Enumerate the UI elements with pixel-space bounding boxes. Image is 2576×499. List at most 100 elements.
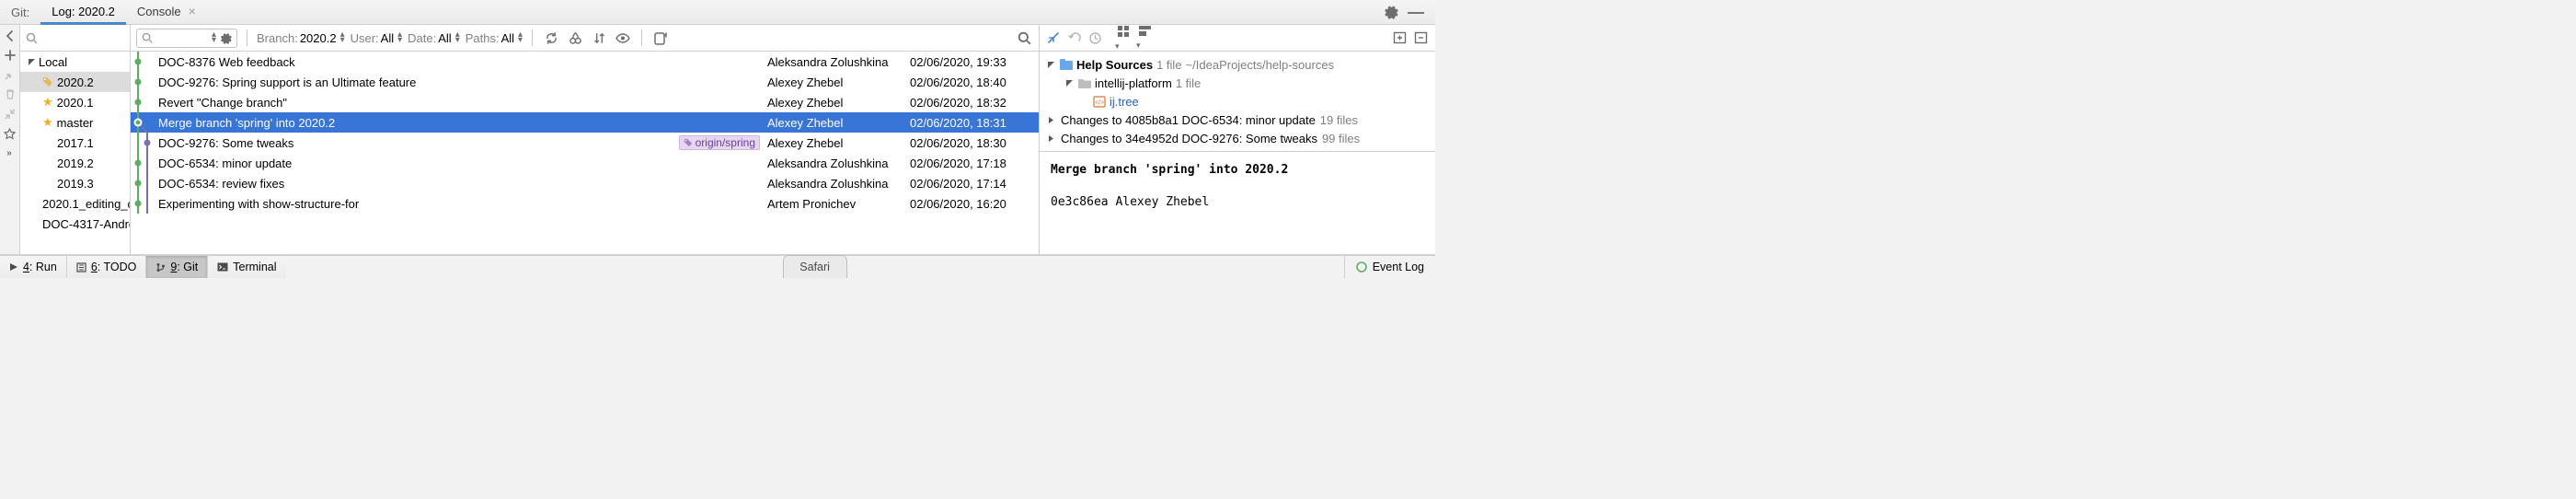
expand-toggle-icon[interactable] bbox=[1045, 116, 1056, 124]
commit-row[interactable]: DOC-9276: Spring support is an Ultimate … bbox=[131, 72, 1039, 92]
filter-branch[interactable]: Branch: 2020.2 ▴▾ bbox=[257, 31, 345, 45]
layout-icon[interactable]: ▾ bbox=[1138, 25, 1152, 51]
more-icon[interactable]: » bbox=[6, 148, 13, 158]
tree-file[interactable]: </> ij.tree bbox=[1040, 92, 1435, 110]
commit-row[interactable]: Merge branch 'spring' into 2020.2Alexey … bbox=[131, 112, 1039, 133]
branch-item[interactable]: ★2020.1 bbox=[20, 92, 130, 112]
plus-icon[interactable] bbox=[5, 50, 16, 61]
star-icon[interactable] bbox=[4, 128, 16, 140]
search-history-icon[interactable]: ▴▾ bbox=[212, 32, 216, 43]
commit-subject-cell: DOC-6534: minor update bbox=[158, 157, 767, 170]
collapse-in-icon[interactable] bbox=[5, 69, 16, 80]
tool-window-git[interactable]: 9: Git bbox=[146, 256, 208, 278]
play-icon bbox=[9, 262, 18, 272]
commit-meta: 0e3c86ea Alexey Zhebel bbox=[1051, 193, 1424, 213]
changes-to-item[interactable]: Changes to 34e4952d DOC-9276: Some tweak… bbox=[1040, 129, 1435, 147]
commit-list[interactable]: DOC-8376 Web feedbackAleksandra Zolushki… bbox=[131, 52, 1039, 254]
tool-window-todo[interactable]: 6: TODO bbox=[67, 256, 147, 278]
expand-toggle-icon[interactable] bbox=[1064, 79, 1075, 87]
branch-name: master bbox=[57, 116, 94, 130]
expand-toggle-icon[interactable] bbox=[1045, 61, 1056, 69]
commit-subject-cell: DOC-8376 Web feedback bbox=[158, 55, 767, 69]
tab-console[interactable]: Console × bbox=[126, 0, 207, 25]
tab-label: Console bbox=[137, 5, 181, 18]
ref-tag[interactable]: origin/spring bbox=[679, 135, 760, 150]
file-count: 19 files bbox=[1320, 113, 1358, 127]
branches-search[interactable] bbox=[20, 25, 130, 52]
tag-icon bbox=[684, 138, 693, 147]
commit-row[interactable]: DOC-6534: minor updateAleksandra Zolushk… bbox=[131, 153, 1039, 173]
changes-text: Changes to 4085b8a1 DOC-6534: minor upda… bbox=[1061, 113, 1316, 127]
event-log-button[interactable]: Event Log bbox=[1344, 256, 1435, 278]
graph-cell bbox=[131, 153, 158, 173]
expand-all-icon[interactable] bbox=[1393, 31, 1407, 44]
tool-window-terminal[interactable]: Terminal bbox=[208, 256, 285, 278]
commit-row[interactable]: DOC-9276: Some tweaksorigin/springAlexey… bbox=[131, 133, 1039, 153]
commit-author: Artem Pronichev bbox=[767, 197, 910, 211]
cherry-pick-icon[interactable] bbox=[566, 29, 584, 47]
filter-date[interactable]: Date: All ▴▾ bbox=[408, 31, 460, 45]
diff-icon[interactable] bbox=[4, 109, 17, 120]
file-name: ij.tree bbox=[1110, 95, 1139, 109]
graph-cell bbox=[131, 112, 158, 133]
branch-item[interactable]: 2020.2 bbox=[20, 72, 130, 92]
branch-item[interactable]: 2020.1_editing_code bbox=[20, 193, 130, 214]
branch-item[interactable]: 2019.2 bbox=[20, 153, 130, 173]
log-search-input[interactable]: ▴▾ bbox=[136, 29, 237, 48]
changed-files-tree[interactable]: Help Sources 1 file ~/IdeaProjects/help-… bbox=[1040, 52, 1435, 152]
filter-user[interactable]: User: All ▴▾ bbox=[351, 31, 403, 45]
branch-item[interactable]: 2019.3 bbox=[20, 173, 130, 193]
tab-log[interactable]: Log: 2020.2 bbox=[40, 0, 126, 25]
changes-to-item[interactable]: Changes to 4085b8a1 DOC-6534: minor upda… bbox=[1040, 110, 1435, 129]
undo-icon[interactable] bbox=[1067, 31, 1081, 44]
gear-icon[interactable] bbox=[1384, 5, 1398, 19]
find-icon[interactable] bbox=[1015, 29, 1033, 47]
commit-subject-cell: DOC-9276: Spring support is an Ultimate … bbox=[158, 75, 767, 89]
refresh-icon[interactable] bbox=[542, 29, 560, 47]
trash-icon[interactable] bbox=[5, 88, 16, 100]
commit-date: 02/06/2020, 18:31 bbox=[910, 116, 1039, 130]
commit-author: Alexey Zhebel bbox=[767, 96, 910, 110]
tag-icon bbox=[42, 76, 53, 87]
expand-toggle-icon[interactable] bbox=[1045, 134, 1056, 143]
branch-item[interactable]: DOC-4317-Android bbox=[20, 214, 130, 234]
hide-icon[interactable]: — bbox=[1408, 3, 1424, 22]
commit-author: Aleksandra Zolushkina bbox=[767, 157, 910, 170]
branches-tree[interactable]: Local 2020.2★2020.1★master2017.12019.220… bbox=[20, 52, 130, 254]
branch-item[interactable]: ★master bbox=[20, 112, 130, 133]
expand-toggle-icon[interactable] bbox=[26, 58, 37, 66]
close-icon[interactable]: × bbox=[189, 4, 196, 18]
branch-item[interactable]: 2017.1 bbox=[20, 133, 130, 153]
sort-icon[interactable] bbox=[590, 29, 608, 47]
commit-row[interactable]: Experimenting with show-structure-forArt… bbox=[131, 193, 1039, 214]
new-branch-icon[interactable] bbox=[651, 28, 672, 48]
folder-icon bbox=[1078, 78, 1091, 88]
chevron-updown-icon: ▴▾ bbox=[340, 32, 345, 43]
chevron-updown-icon: ▴▾ bbox=[397, 32, 402, 43]
tree-folder[interactable]: intellij-platform 1 file bbox=[1040, 74, 1435, 92]
history-icon[interactable] bbox=[1088, 31, 1102, 45]
commit-subject-cell: Experimenting with show-structure-for bbox=[158, 197, 767, 211]
search-options-gear-icon[interactable] bbox=[220, 32, 232, 44]
commit-title: Merge branch 'spring' into 2020.2 bbox=[1051, 161, 1424, 180]
collapse-all-icon[interactable] bbox=[1414, 31, 1428, 44]
filter-paths[interactable]: Paths: All ▴▾ bbox=[466, 31, 523, 45]
changes-text: Changes to 34e4952d DOC-9276: Some tweak… bbox=[1061, 132, 1317, 145]
group-by-icon[interactable]: ▾ bbox=[1117, 25, 1131, 52]
chevron-left-icon[interactable] bbox=[5, 30, 16, 41]
collapse-icon[interactable] bbox=[1047, 31, 1060, 44]
details-panel: ▾ ▾ Help Sources 1 file ~/IdeaP bbox=[1040, 25, 1435, 254]
tree-root[interactable]: Help Sources 1 file ~/IdeaProjects/help-… bbox=[1040, 55, 1435, 74]
commit-row[interactable]: Revert "Change branch"Alexey Zhebel02/06… bbox=[131, 92, 1039, 112]
graph-cell bbox=[131, 52, 158, 72]
tree-root-label: Help Sources bbox=[1076, 58, 1153, 72]
file-count: 1 file bbox=[1176, 76, 1201, 90]
commit-row[interactable]: DOC-8376 Web feedbackAleksandra Zolushki… bbox=[131, 52, 1039, 72]
commit-date: 02/06/2020, 18:40 bbox=[910, 75, 1039, 89]
commit-author: Aleksandra Zolushkina bbox=[767, 55, 910, 69]
tool-window-run[interactable]: 4: Run bbox=[0, 256, 67, 278]
eye-icon[interactable] bbox=[614, 29, 632, 47]
commit-row[interactable]: DOC-6534: review fixesAleksandra Zolushk… bbox=[131, 173, 1039, 193]
tree-root-local[interactable]: Local bbox=[20, 52, 130, 72]
safari-tab[interactable]: Safari bbox=[783, 255, 847, 278]
